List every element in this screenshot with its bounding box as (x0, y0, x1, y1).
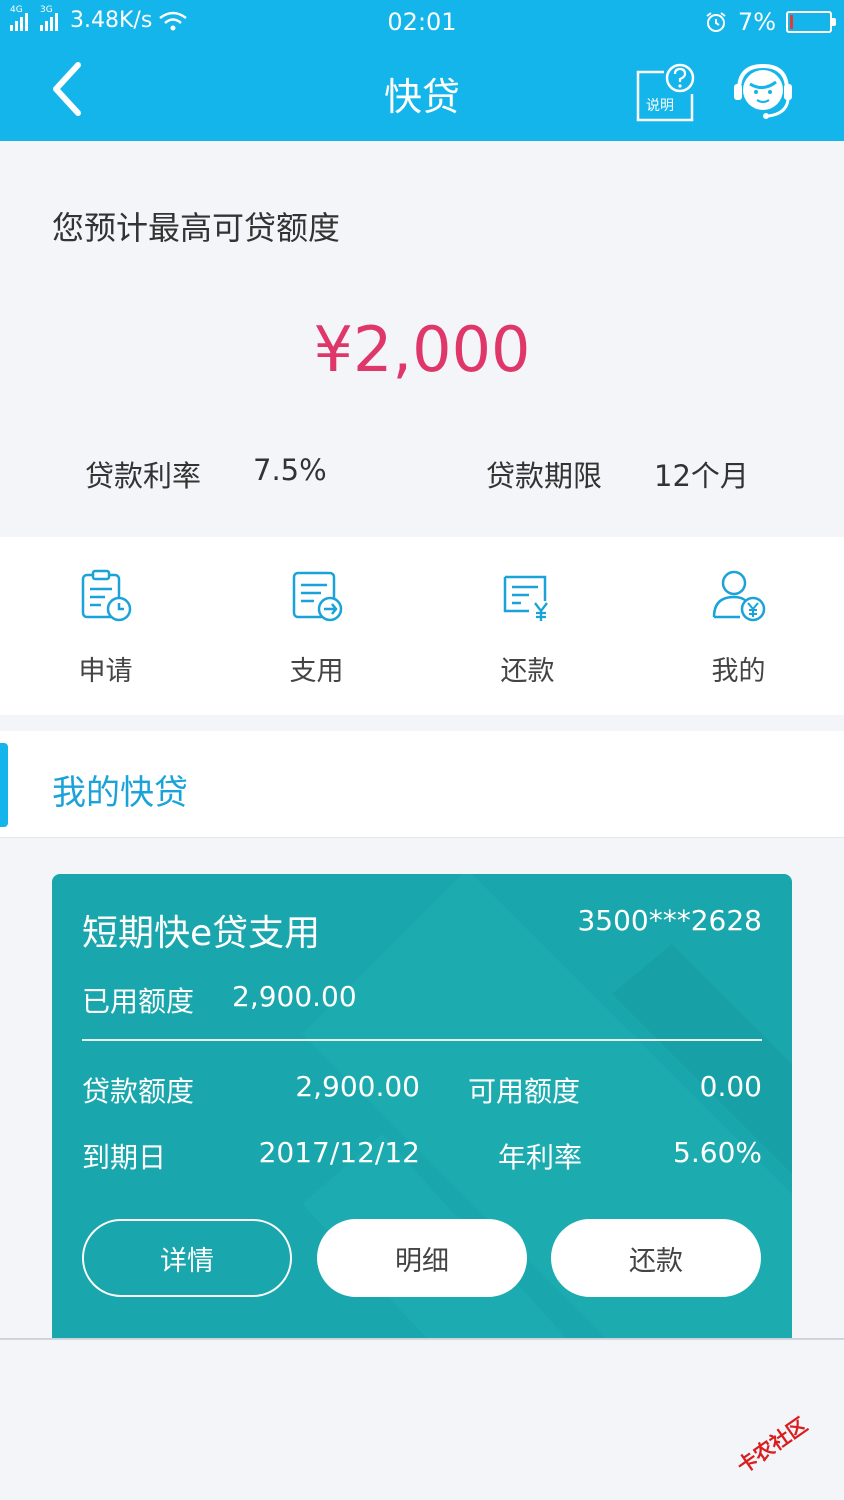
user-yen-icon (712, 570, 766, 622)
available-quota-value: 0.00 (699, 1070, 762, 1103)
quota-section: 您预计最高可贷额度 ¥2,000 贷款利率 7.5% 贷款期限 12个月 (0, 141, 844, 537)
detail-button[interactable]: 详情 (82, 1219, 292, 1297)
help-label: 说明 (646, 98, 674, 114)
menu-label-repay: 还款 (500, 656, 555, 687)
customer-service-icon[interactable] (730, 62, 796, 122)
menu-label-apply: 申请 (78, 656, 133, 687)
breakdown-button[interactable]: 明细 (317, 1219, 527, 1297)
annual-rate-value: 5.60% (673, 1136, 762, 1169)
battery-percent: 7% (737, 8, 776, 36)
apply-doc-clock-icon (81, 569, 132, 622)
menu-item-apply[interactable]: 申请 (0, 537, 211, 715)
battery-icon (786, 11, 836, 33)
menu-item-mine[interactable]: 我的 (633, 537, 844, 715)
alarm-icon (706, 12, 726, 32)
status-bar: 4G 3G 3.48K/s 02:01 7% (0, 0, 844, 44)
max-quota-label: 您预计最高可贷额度 (52, 209, 341, 247)
menu-item-repay[interactable]: 还款 (422, 537, 633, 715)
nav-bar: 快贷 说明 (0, 44, 844, 141)
available-quota-label: 可用额度 (468, 1075, 581, 1108)
loan-term-value: 12个月 (654, 459, 749, 493)
status-right: 7% (704, 8, 836, 36)
loan-term-label: 贷款期限 (486, 459, 603, 493)
loan-rate-value: 7.5% (253, 453, 327, 487)
my-loans-section-header: 我的快贷 (0, 731, 844, 838)
app-header: 4G 3G 3.48K/s 02:01 7% 快贷 说明 (0, 0, 844, 141)
menu-label-mine: 我的 (711, 656, 766, 687)
used-quota-value: 2,900.00 (232, 980, 357, 1013)
loan-account-number: 3500***2628 (577, 904, 762, 937)
loan-card: 短期快e贷支用 3500***2628 已用额度 2,900.00 贷款额度 2… (52, 874, 792, 1344)
loan-amount-label: 贷款额度 (82, 1075, 195, 1108)
page-title: 快贷 (383, 75, 460, 119)
loan-amount-value: 2,900.00 (295, 1070, 420, 1103)
repay-doc-yen-icon (503, 575, 548, 621)
due-date-value: 2017/12/12 (258, 1136, 420, 1169)
repay-button[interactable]: 还款 (551, 1219, 761, 1297)
loan-rate-label: 贷款利率 (85, 459, 202, 493)
annual-rate-label: 年利率 (498, 1141, 583, 1174)
battery-level (790, 15, 793, 29)
help-button[interactable]: 说明 (634, 62, 696, 122)
section-accent-bar (0, 743, 8, 827)
used-quota-label: 已用额度 (82, 985, 195, 1018)
due-date-label: 到期日 (82, 1141, 167, 1174)
card-divider (82, 1039, 762, 1041)
action-menu: 申请 支用 还款 我的 (0, 537, 844, 715)
use-doc-arrow-icon (292, 571, 343, 622)
menu-label-use: 支用 (289, 656, 344, 687)
menu-item-use[interactable]: 支用 (211, 537, 422, 715)
loan-product-title: 短期快e贷支用 (82, 913, 321, 954)
max-quota-amount: ¥2,000 (313, 313, 531, 386)
section-title: 我的快贷 (52, 773, 188, 813)
bottom-area (0, 1340, 844, 1500)
